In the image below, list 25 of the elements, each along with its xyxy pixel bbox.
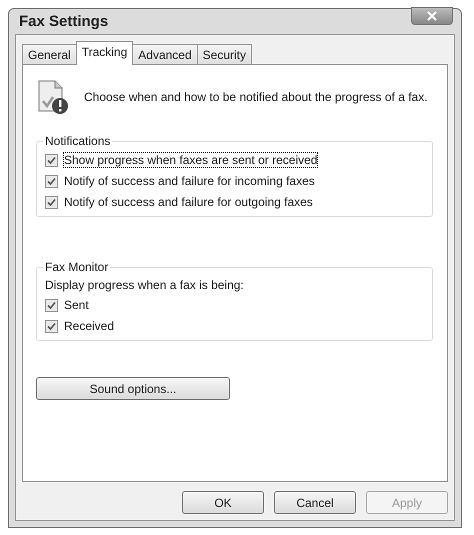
checkbox-label[interactable]: Received [63, 318, 116, 334]
group-title: Fax Monitor [43, 260, 110, 274]
sound-options-button[interactable]: Sound options... [36, 377, 230, 400]
checkbox[interactable] [45, 154, 58, 166]
tab[interactable]: Tracking [76, 41, 134, 65]
checkbox-label[interactable]: Notify of success and failure for incoming faxes [63, 173, 316, 189]
checkbox-label[interactable]: Sent [63, 297, 90, 313]
window-title: Fax Settings [19, 13, 108, 30]
tab[interactable]: Advanced [132, 44, 198, 64]
group-title: Notifications [43, 134, 112, 148]
close-button[interactable] [411, 6, 453, 24]
dialog-button[interactable]: Cancel [274, 491, 356, 514]
close-icon [426, 10, 438, 20]
checkbox-label[interactable]: Notify of success and failure for outgoing faxes [63, 194, 314, 210]
tab[interactable]: Security [196, 44, 252, 64]
intro-text: Choose when and how to be notified about the progress of a fax. [84, 90, 428, 104]
checkbox[interactable] [45, 298, 58, 312]
dialog-button[interactable]: OK [182, 491, 264, 514]
checkbox[interactable] [45, 174, 58, 188]
document-alert-icon [36, 79, 70, 115]
description-text: Display progress when a fax is being: [45, 278, 245, 292]
checkbox[interactable] [45, 320, 58, 332]
checkbox-label[interactable]: Show progress when faxes are sent or received [63, 152, 318, 168]
tab[interactable]: General [22, 44, 77, 64]
checkbox[interactable] [45, 196, 58, 208]
